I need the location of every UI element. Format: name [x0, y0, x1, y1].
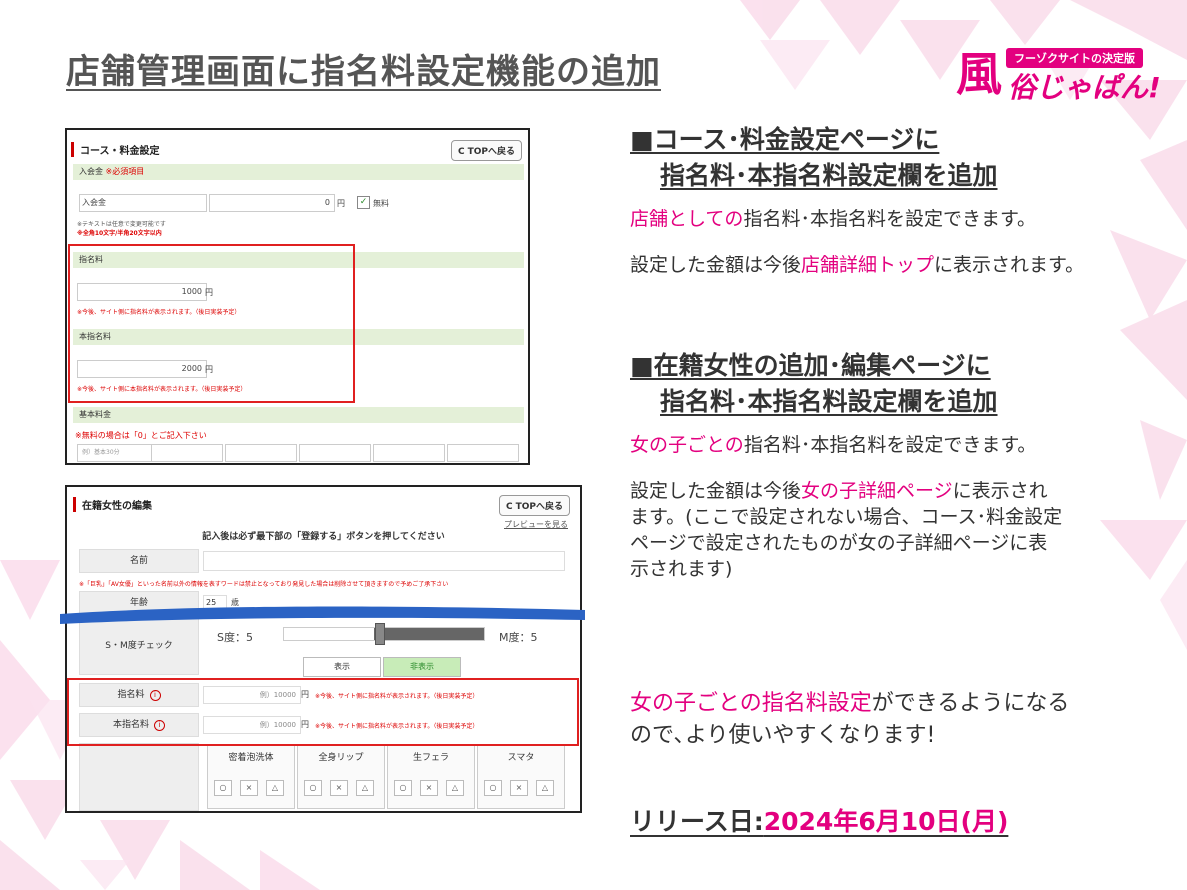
play-option-column: スマタ ○ × △ — [477, 745, 565, 809]
cross-option[interactable]: × — [240, 780, 258, 796]
play-name: スマタ — [507, 753, 535, 763]
m-level: M度：5 — [499, 631, 538, 644]
section-course-fee: ■コース･料金設定ページに 指名料･本指名料設定欄を追加 店舗としての指名料･本… — [630, 122, 1084, 278]
entry-fee-amount-input[interactable]: 0 — [209, 194, 335, 212]
entry-fee-note: ※テキストは任意で変更可能です — [77, 221, 166, 228]
base-fee-field[interactable] — [151, 444, 223, 462]
triangle-option[interactable]: △ — [446, 780, 464, 796]
base-fee-field[interactable] — [299, 444, 371, 462]
s-level: S度：5 — [217, 631, 253, 644]
release-label: リリース日: — [630, 807, 764, 836]
hide-button[interactable]: 非表示 — [383, 657, 461, 677]
section-heading: ■コース･料金設定ページに — [630, 125, 940, 154]
play-name: 生フェラ — [412, 753, 449, 763]
base-fee-field[interactable] — [225, 444, 297, 462]
base-fee-note: ※無料の場合は「0」とご記入下さい — [75, 431, 207, 440]
base-fee-header: 基本料金 — [73, 407, 524, 423]
back-arrow-icon: C — [458, 147, 465, 157]
logo: 風 フーゾクサイトの決定版 俗じゃぱん! — [956, 46, 1161, 104]
name-warning: ※「巨乳」「AV女優」といった名前以外の情報を表すワードは禁止となっており発見し… — [79, 581, 449, 588]
logo-kanji: 風 — [956, 47, 1002, 101]
circle-option[interactable]: ○ — [214, 780, 232, 796]
release-date: リリース日:2024年6月10日(月) — [630, 802, 1008, 838]
logo-wordmark: 俗じゃぱん! — [1008, 71, 1161, 104]
section-staff-edit: ■在籍女性の追加･編集ページに 指名料･本指名料設定欄を追加 女の子ごとの指名料… — [630, 348, 1062, 582]
triangle-option[interactable]: △ — [266, 780, 284, 796]
panel-title: 在籍女性の編集 — [73, 497, 152, 512]
summary: 女の子ごとの指名料設定ができるようになる ので､より使いやすくなります! — [630, 688, 1069, 752]
section-heading: 指名料･本指名料設定欄を追加 — [660, 161, 998, 190]
circle-option[interactable]: ○ — [304, 780, 322, 796]
entry-fee-name-input[interactable]: 入会金 — [79, 194, 207, 212]
logo-tagline: フーゾクサイトの決定版 — [1006, 48, 1143, 68]
instruction-text: 記入後は必ず最下部の「登録する」ボタンを押してください — [202, 532, 445, 542]
description-text: 店舗としての指名料･本指名料を設定できます。 — [630, 208, 1037, 230]
base-fee-field[interactable] — [447, 444, 519, 462]
cross-option[interactable]: × — [510, 780, 528, 796]
triangle-option[interactable]: △ — [536, 780, 554, 796]
play-option-column: 生フェラ ○ × △ — [387, 745, 475, 809]
circle-option[interactable]: ○ — [484, 780, 502, 796]
play-option-column: 密着泡洗体 ○ × △ — [207, 745, 295, 809]
triangle-option[interactable]: △ — [356, 780, 374, 796]
entry-fee-limit-note: ※全角10文字/半角20文字以内 — [77, 230, 162, 237]
back-arrow-icon: C — [506, 502, 513, 512]
staff-edit-screenshot: 在籍女性の編集 C TOPへ戻る プレビューを見る 記入後は必ず最下部の「登録する… — [65, 485, 582, 813]
description-text: ます。(ここで設定されない場合、コース･料金設定 — [630, 506, 1063, 528]
release-date-value: 2024年6月10日(月) — [763, 807, 1009, 836]
free-checkbox[interactable]: ✓ — [357, 196, 370, 209]
free-label: 無料 — [373, 199, 389, 208]
description-text: 女の子ごとの指名料･本指名料を設定できます。 — [630, 434, 1037, 456]
section-heading: ■在籍女性の追加･編集ページに — [630, 351, 991, 380]
back-to-top-button[interactable]: C TOPへ戻る — [499, 495, 570, 516]
name-input[interactable] — [203, 551, 565, 571]
cross-option[interactable]: × — [420, 780, 438, 796]
play-option-column: 全身リップ ○ × △ — [297, 745, 385, 809]
description-text: ページで設定されたものが女の子詳細ページに表 — [630, 532, 1048, 554]
play-name: 全身リップ — [318, 753, 364, 763]
section-heading: 指名料･本指名料設定欄を追加 — [660, 387, 998, 416]
panel-title: コース・料金設定 — [71, 142, 160, 157]
blue-brush-stroke — [60, 606, 585, 624]
summary-text: ので､より使いやすくなります! — [630, 723, 936, 748]
yen-unit: 円 — [337, 199, 345, 208]
back-to-top-button[interactable]: C TOPへ戻る — [451, 140, 522, 161]
name-label: 名前 — [79, 549, 199, 573]
play-options-label — [79, 743, 199, 811]
cross-option[interactable]: × — [330, 780, 348, 796]
base-fee-field[interactable] — [373, 444, 445, 462]
show-button[interactable]: 表示 — [303, 657, 381, 677]
play-name: 密着泡洗体 — [228, 753, 274, 763]
description-text: 設定した金額は今後女の子詳細ページに表示され — [630, 480, 1048, 502]
circle-option[interactable]: ○ — [394, 780, 412, 796]
description-text: 設定した金額は今後店舗詳細トップに表示されます。 — [630, 254, 1085, 276]
highlight-box — [68, 244, 355, 403]
summary-text: 女の子ごとの指名料設定ができるようになる — [630, 691, 1070, 716]
description-text: 示されます) — [630, 558, 733, 580]
base-fee-input[interactable]: 例）基本30分 — [77, 444, 153, 462]
highlight-box — [67, 678, 579, 746]
page-title: 店舗管理画面に指名料設定機能の追加 — [66, 52, 661, 92]
entry-fee-header: 入会金 ※必須項目 — [73, 164, 524, 180]
